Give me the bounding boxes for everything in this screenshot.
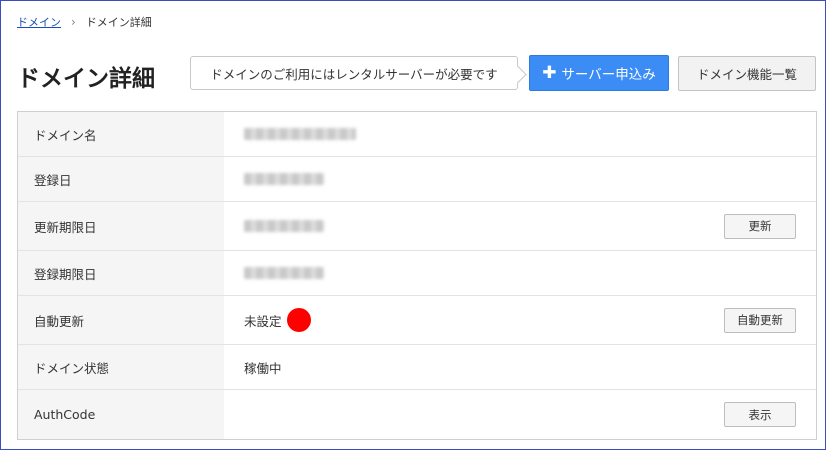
redacted-registration-deadline	[244, 267, 324, 279]
row-label: ドメイン状態	[18, 345, 224, 389]
breadcrumb-separator-icon: ›	[71, 15, 76, 29]
server-apply-label: サーバー申込み	[561, 67, 656, 83]
breadcrumb-current: ドメイン詳細	[85, 16, 152, 29]
row-value: 未設定 自動更新	[224, 296, 816, 344]
table-row-authcode: AuthCode 表示	[18, 390, 816, 439]
row-value	[224, 157, 816, 201]
show-authcode-button[interactable]: 表示	[724, 402, 796, 427]
row-value: 表示	[224, 390, 816, 439]
table-row-registration-date: 登録日	[18, 157, 816, 202]
table-row-auto-renewal: 自動更新 未設定 自動更新	[18, 296, 816, 345]
table-row-domain-name: ドメイン名	[18, 112, 816, 157]
redacted-domain-name	[244, 128, 356, 140]
row-label: 登録期限日	[18, 251, 224, 295]
status-dot-icon	[286, 308, 311, 332]
row-label: 自動更新	[18, 296, 224, 344]
table-row-renewal-deadline: 更新期限日 更新	[18, 202, 816, 251]
row-value: 更新	[224, 202, 816, 250]
row-value	[224, 251, 816, 295]
table-row-registration-deadline: 登録期限日	[18, 251, 816, 296]
row-value	[224, 112, 816, 156]
domain-detail-table: ドメイン名 登録日 更新期限日 更新 登録期限日 自動更新 未設定 自動更新 ド…	[17, 111, 817, 440]
redacted-renewal-deadline	[244, 220, 324, 232]
domain-status-value: 稼働中	[244, 360, 282, 376]
server-required-tooltip: ドメインのご利用にはレンタルサーバーが必要です	[190, 56, 518, 90]
row-label: ドメイン名	[18, 112, 224, 156]
breadcrumb-link-domain[interactable]: ドメイン	[17, 14, 61, 30]
breadcrumb: ドメイン › ドメイン詳細	[17, 14, 152, 30]
row-label: 更新期限日	[18, 202, 224, 250]
renew-button[interactable]: 更新	[724, 213, 796, 239]
page-title: ドメイン詳細	[17, 66, 155, 92]
auto-renewal-status: 未設定	[244, 313, 282, 329]
server-apply-button[interactable]: ✚ サーバー申込み	[529, 55, 669, 91]
row-label: AuthCode	[18, 390, 224, 439]
redacted-registration-date	[244, 173, 324, 185]
domain-features-button[interactable]: ドメイン機能一覧	[678, 56, 816, 91]
window-frame: ドメイン › ドメイン詳細 ドメイン詳細 ドメインのご利用にはレンタルサーバーが…	[0, 0, 826, 450]
plus-icon: ✚	[542, 62, 557, 83]
tooltip-text: ドメインのご利用にはレンタルサーバーが必要です	[210, 66, 498, 82]
row-label: 登録日	[18, 157, 224, 201]
row-value: 稼働中	[224, 345, 816, 389]
auto-renewal-button[interactable]: 自動更新	[724, 307, 796, 333]
table-row-domain-status: ドメイン状態 稼働中	[18, 345, 816, 390]
